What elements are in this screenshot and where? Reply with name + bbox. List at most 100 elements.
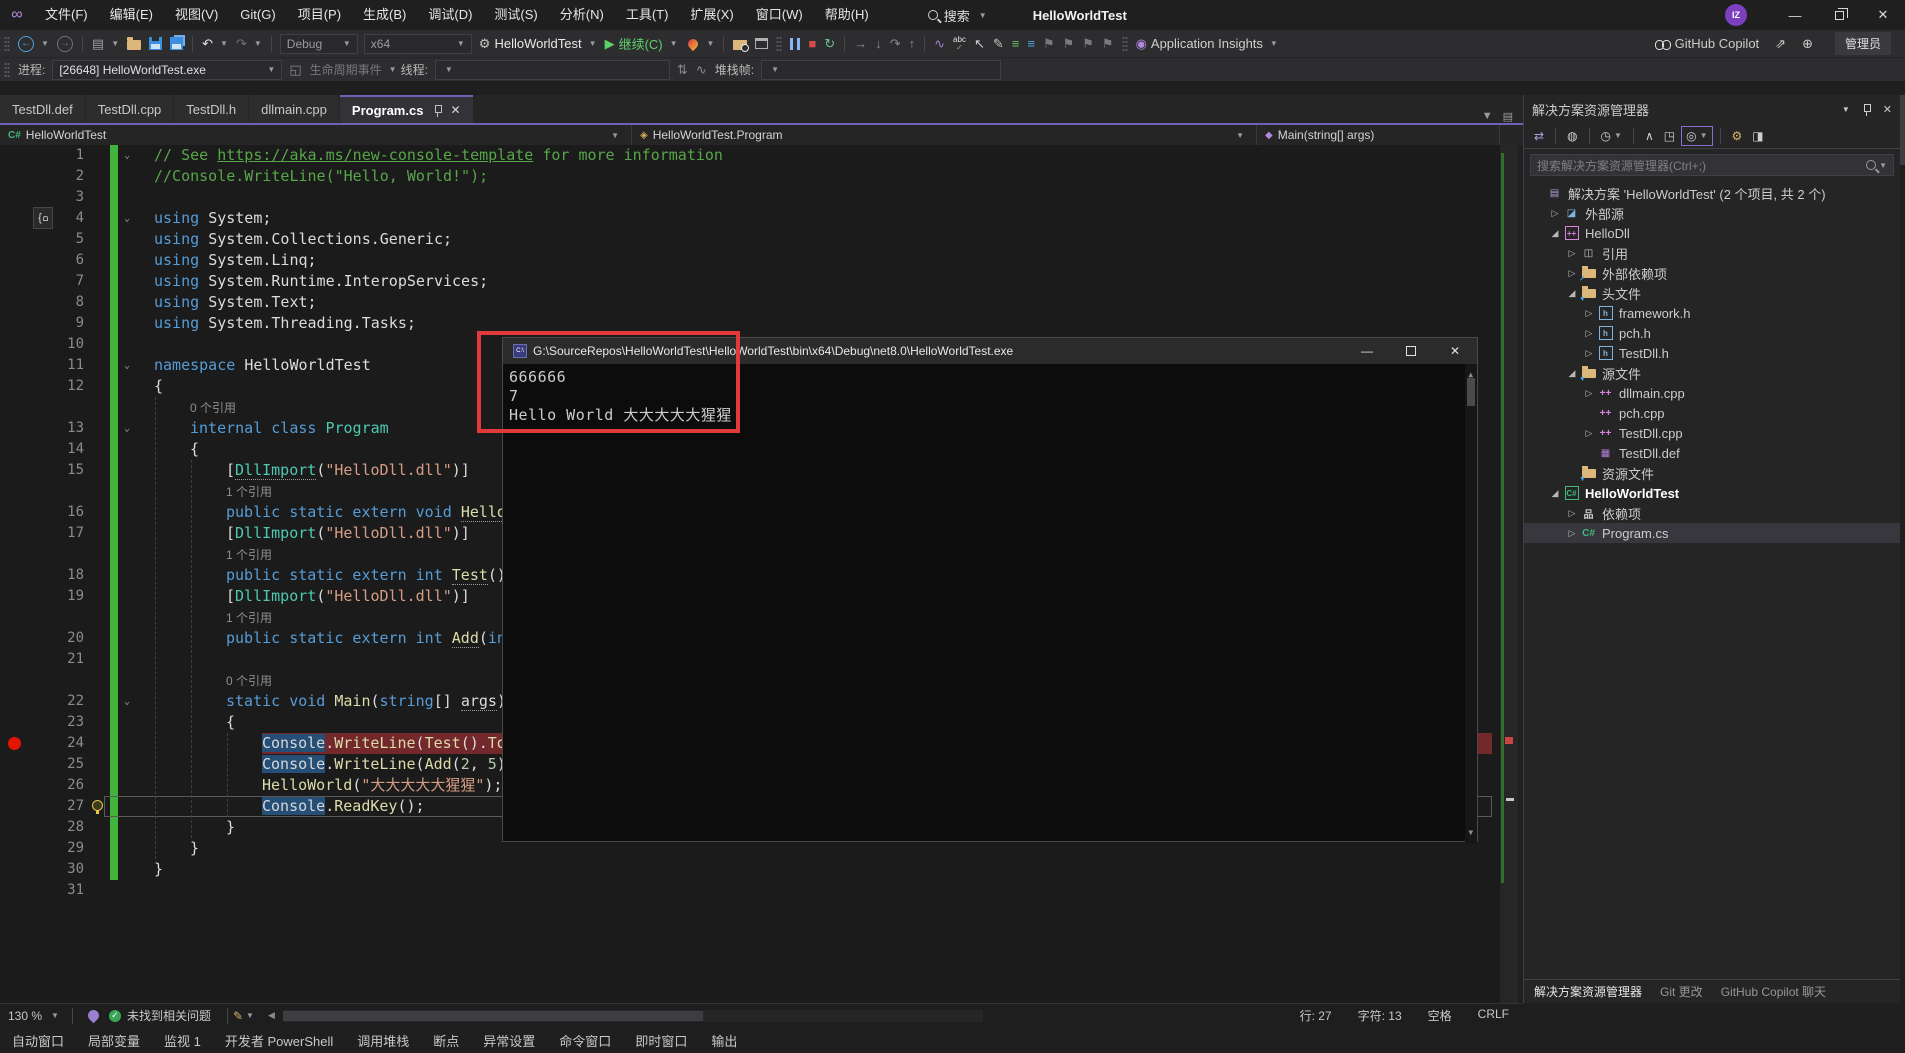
expander-icon[interactable]: ▷ — [1581, 348, 1597, 359]
breakpoint-margin[interactable] — [0, 292, 30, 313]
tool-window-tab[interactable]: 即时窗口 — [635, 1031, 687, 1050]
switch-views-button[interactable]: ⇄ — [1530, 127, 1548, 145]
panel-tab-idle[interactable]: Git 更改 — [1660, 983, 1703, 1000]
panel-menu-icon[interactable]: ▼ — [1842, 105, 1850, 114]
breakpoint-margin[interactable] — [0, 649, 30, 670]
tree-item-helloworldtest[interactable]: ◢C#HelloWorldTest — [1524, 483, 1900, 503]
breakpoint-margin[interactable] — [0, 607, 30, 628]
code-line[interactable]: 2//Console.WriteLine("Hello, World!"); — [0, 166, 1500, 187]
breakpoint-margin[interactable] — [0, 586, 30, 607]
tool-window-tab[interactable]: 调用堆栈 — [357, 1031, 409, 1050]
find-in-files-button[interactable] — [729, 32, 751, 56]
fold-margin[interactable] — [118, 817, 136, 838]
document-list-icon[interactable]: ▤ — [1503, 110, 1513, 123]
breakpoint-margin[interactable] — [0, 145, 30, 166]
tree-item--helloworldtest-2-2-[interactable]: ▤解决方案 'HelloWorldTest' (2 个项目, 共 2 个) — [1524, 183, 1900, 203]
fold-margin[interactable] — [118, 565, 136, 586]
diagnostic-tools-button[interactable]: ∿ — [930, 32, 949, 56]
fold-margin[interactable] — [118, 376, 136, 397]
breakpoint-margin[interactable] — [0, 187, 30, 208]
collapsed-side-tab[interactable] — [1900, 95, 1905, 165]
code-line[interactable]: 5using System.Collections.Generic; — [0, 229, 1500, 250]
expander-icon[interactable]: ◢ — [1564, 368, 1580, 379]
hot-reload-button[interactable]: ▼ — [682, 32, 719, 56]
breakpoint-margin[interactable] — [0, 628, 30, 649]
breakpoint-margin[interactable] — [0, 775, 30, 796]
undo-button[interactable]: ↶▼ — [198, 32, 232, 56]
codelens-references[interactable]: 0 个引用 — [190, 401, 236, 415]
tree-item--[interactable]: ◢▼头文件 — [1524, 283, 1900, 303]
fold-margin[interactable] — [118, 313, 136, 334]
expander-icon[interactable]: ▷ — [1547, 208, 1563, 219]
code-line[interactable]: 4⌄using System; — [0, 208, 1500, 229]
codelens-references[interactable]: 0 个引用 — [226, 674, 272, 688]
tree-item--[interactable]: ▷品依赖项 — [1524, 503, 1900, 523]
thread-dropdown[interactable]: ▼ — [435, 60, 670, 80]
tab-overflow-icon[interactable]: ▼ — [1482, 110, 1493, 123]
bookmark-prev-button[interactable]: ⚑ — [1059, 32, 1079, 56]
expander-icon[interactable]: ▷ — [1564, 268, 1580, 279]
save-all-button[interactable] — [166, 32, 187, 56]
close-button[interactable]: ✕ — [1861, 0, 1905, 30]
new-project-button[interactable]: ▤▼ — [88, 32, 123, 56]
tree-item--[interactable]: ▷◫引用 — [1524, 243, 1900, 263]
lifecycle-events-button[interactable]: ◱ — [285, 58, 305, 82]
fold-margin[interactable] — [118, 880, 136, 901]
show-next-statement-button[interactable]: → — [850, 32, 871, 56]
breakpoint-margin[interactable] — [0, 376, 30, 397]
pending-changes-filter-button[interactable]: ◷▼ — [1597, 127, 1626, 145]
fold-margin[interactable] — [118, 250, 136, 271]
tree-item-framework.h[interactable]: ▷hframework.h — [1524, 303, 1900, 323]
menu-item-extensions[interactable]: 扩展(X) — [679, 0, 744, 30]
preview-selected-items-button[interactable]: ◨ — [1748, 127, 1767, 145]
stack-nav-button[interactable]: ⇅ — [673, 58, 692, 82]
expander-icon[interactable]: ◢ — [1547, 488, 1563, 499]
panel-close-icon[interactable]: ✕ — [1883, 103, 1892, 116]
tab-testdll-cpp[interactable]: TestDll.cpp — [86, 95, 174, 123]
fold-margin[interactable]: ⌄ — [118, 691, 136, 712]
step-out-button[interactable]: ↑ — [905, 32, 920, 56]
show-all-files-button[interactable]: ◳ — [1660, 127, 1679, 145]
code-line[interactable]: 30} — [0, 859, 1500, 880]
tool-window-tab[interactable]: 异常设置 — [483, 1031, 535, 1050]
fold-margin[interactable] — [118, 187, 136, 208]
breakpoint-margin[interactable] — [0, 166, 30, 187]
code-line[interactable]: 8using System.Text; — [0, 292, 1500, 313]
breakpoint-margin[interactable] — [0, 313, 30, 334]
breakpoint-margin[interactable] — [0, 397, 30, 418]
breadcrumb-member[interactable]: ◆Main(string[] args) — [1257, 125, 1500, 145]
thread-wave-button[interactable]: ∿ — [692, 58, 711, 82]
scroll-left-icon[interactable]: ◀ — [268, 1010, 275, 1021]
tool-window-tab[interactable]: 监视 1 — [164, 1031, 201, 1050]
fold-margin[interactable] — [118, 775, 136, 796]
expander-icon[interactable]: ▷ — [1581, 388, 1597, 399]
fold-margin[interactable] — [118, 460, 136, 481]
margin-adornment-icon[interactable]: { — [33, 207, 53, 229]
sync-with-active-document-button[interactable]: ◎▼ — [1681, 126, 1712, 146]
fold-margin[interactable] — [118, 628, 136, 649]
zoom-selector[interactable]: 130 % ▼ — [0, 1009, 67, 1023]
scroll-thumb[interactable] — [1467, 378, 1475, 406]
breakpoint-margin[interactable] — [0, 439, 30, 460]
open-file-button[interactable] — [123, 32, 145, 56]
fold-margin[interactable] — [118, 649, 136, 670]
expander-icon[interactable]: ▷ — [1581, 328, 1597, 339]
breakpoint-margin[interactable] — [0, 250, 30, 271]
tree-item--[interactable]: ▷↗外部依赖项 — [1524, 263, 1900, 283]
expander-icon[interactable]: ▷ — [1581, 308, 1597, 319]
browser-window-button[interactable] — [751, 32, 772, 56]
pin-icon[interactable] — [1862, 103, 1871, 116]
expander-icon[interactable]: ◢ — [1547, 228, 1563, 239]
code-line[interactable]: 7using System.Runtime.InteropServices; — [0, 271, 1500, 292]
solution-configurations-dropdown[interactable]: Debug▼ — [280, 34, 358, 54]
fold-margin[interactable] — [118, 544, 136, 565]
break-all-button[interactable] — [786, 32, 804, 56]
code-line[interactable]: 3 — [0, 187, 1500, 208]
breakpoint-margin[interactable] — [0, 271, 30, 292]
breakpoint-margin[interactable] — [0, 817, 30, 838]
spell-check-button[interactable]: abc✓ — [949, 32, 970, 56]
codelens-references[interactable]: 1 个引用 — [226, 485, 272, 499]
tab-program-cs[interactable]: Program.cs✕ — [340, 95, 473, 123]
github-copilot-button[interactable]: GitHub Copilot — [1651, 32, 1764, 56]
announcement-icon[interactable] — [86, 1008, 102, 1024]
